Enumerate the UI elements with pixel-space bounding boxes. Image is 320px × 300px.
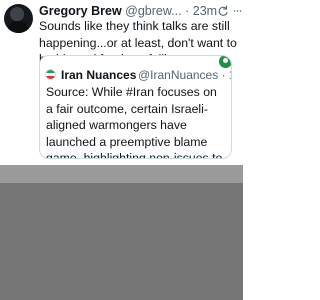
author-avatar[interactable]	[4, 4, 33, 33]
quoted-tweet-text: Source: While #Iran focuses on a fair ou…	[46, 85, 223, 159]
quoted-author-avatar[interactable]	[46, 70, 55, 79]
refresh-icon[interactable]	[217, 5, 229, 17]
quoted-tweet-time[interactable]: 1h	[229, 68, 231, 82]
quoted-author-name[interactable]: Iran Nuances	[61, 67, 136, 83]
quoted-tweet-card[interactable]: Iran Nuances @IranNuances · 1h Source: W…	[39, 55, 232, 159]
meta-separator: ·	[185, 4, 190, 18]
quoted-meta-separator: ·	[221, 68, 226, 82]
author-handle[interactable]: @gbrew...	[125, 4, 181, 18]
author-name[interactable]: Gregory Brew	[39, 4, 122, 18]
quoted-tweet-header: Iran Nuances @IranNuances · 1h	[46, 67, 231, 83]
quoted-author-meta: @IranNuances · 1h	[138, 67, 231, 83]
quoted-author-handle[interactable]: @IranNuances	[138, 68, 218, 82]
tweet-card[interactable]: Gregory Brew @gbrew... · 23m Sounds like…	[0, 0, 243, 165]
overlay-top-band	[0, 165, 243, 183]
more-icon[interactable]	[233, 9, 242, 13]
tweet-time[interactable]: 23m	[193, 4, 217, 18]
dimmed-overlay	[0, 165, 243, 300]
